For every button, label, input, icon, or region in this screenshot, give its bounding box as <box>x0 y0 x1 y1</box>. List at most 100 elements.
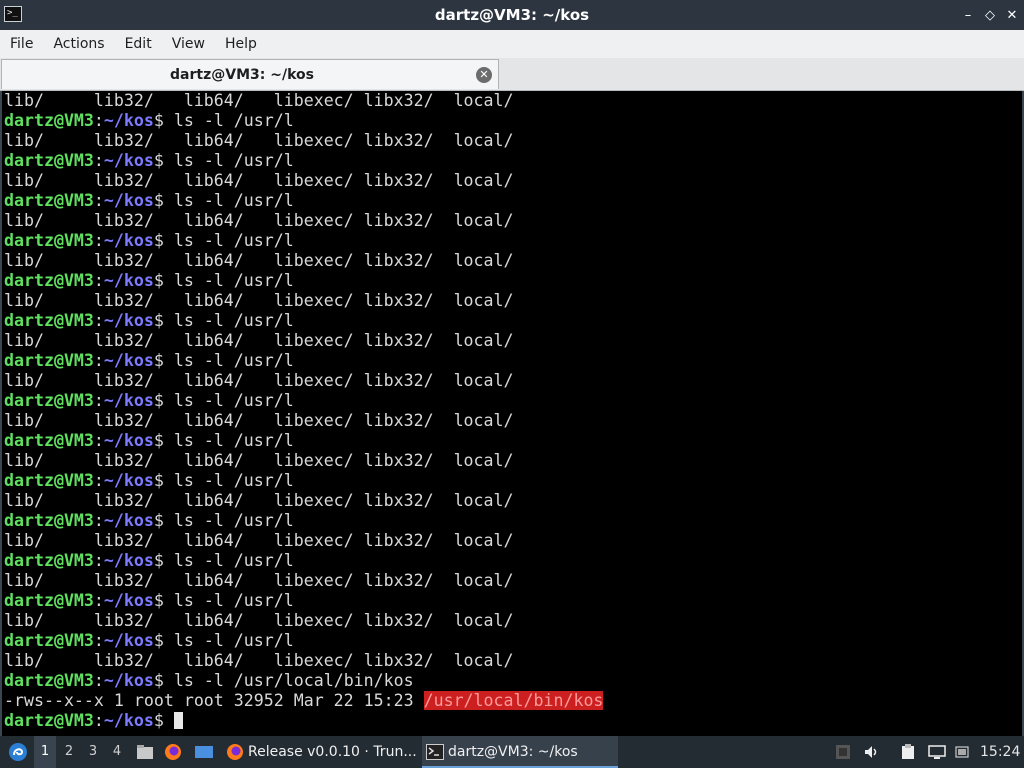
terminal-prompt-line: dartz@VM3:~/kos$ ls -l /usr/l <box>4 551 603 571</box>
task-label: dartz@VM3: ~/kos <box>448 744 578 760</box>
window-controls: – ◇ ✕ <box>962 0 1018 30</box>
terminal-output-line: lib/ lib32/ lib64/ libexec/ libx32/ loca… <box>4 611 603 631</box>
maximize-icon[interactable]: ◇ <box>984 8 996 23</box>
prompt-separator: : <box>93 391 104 410</box>
terminal-output-line: lib/ lib32/ lib64/ libexec/ libx32/ loca… <box>4 571 603 591</box>
menu-view[interactable]: View <box>162 36 215 52</box>
task-terminal[interactable]: dartz@VM3: ~/kos <box>422 736 618 768</box>
command-text: ls -l /usr/l <box>173 511 294 530</box>
prompt-path: ~/kos <box>103 231 154 250</box>
command-text: ls -l /usr/l <box>173 391 294 410</box>
menu-help[interactable]: Help <box>215 36 267 52</box>
prompt-path: ~/kos <box>103 271 154 290</box>
prompt-path: ~/kos <box>103 591 154 610</box>
command-text: ls -l /usr/l <box>173 111 294 130</box>
prompt-separator: : <box>93 711 104 730</box>
terminal-prompt-line: dartz@VM3:~/kos$ ls -l /usr/l <box>4 351 603 371</box>
workspace-3[interactable]: 3 <box>82 736 104 768</box>
prompt-path: ~/kos <box>103 711 154 730</box>
tray-status-icon <box>836 745 850 759</box>
volume-icon <box>865 746 877 758</box>
firefox-launcher[interactable] <box>162 736 184 768</box>
prompt-user: dartz@VM3 <box>4 631 94 650</box>
tab-label: dartz@VM3: ~/kos <box>170 67 314 83</box>
tray-indicator[interactable] <box>834 736 852 768</box>
window-title: dartz@VM3: ~/kos <box>434 6 590 24</box>
terminal-output-line: lib/ lib32/ lib64/ libexec/ libx32/ loca… <box>4 531 603 551</box>
firefox-icon <box>165 744 181 760</box>
prompt-path: ~/kos <box>103 631 154 650</box>
setuid-file-highlight: /usr/local/bin/kos <box>423 691 604 710</box>
tab-terminal[interactable]: dartz@VM3: ~/kos ✕ <box>1 59 499 89</box>
output-text: lib/ lib32/ lib64/ libexec/ libx32/ loca… <box>4 651 514 670</box>
terminal-prompt-line: dartz@VM3:~/kos$ ls -l /usr/l <box>4 511 603 531</box>
volume-button[interactable] <box>862 736 882 768</box>
prompt-symbol: $ <box>153 191 174 210</box>
menu-file[interactable]: File <box>0 36 43 52</box>
workspace-4[interactable]: 4 <box>106 736 128 768</box>
clipboard-icon <box>902 744 914 759</box>
prompt-user: dartz@VM3 <box>4 111 94 130</box>
tab-close-icon[interactable]: ✕ <box>476 67 492 83</box>
command-text: ls -l /usr/local/bin/kos <box>173 671 414 690</box>
terminal-view[interactable]: lib/ lib32/ lib64/ libexec/ libx32/ loca… <box>0 91 1024 736</box>
terminal-prompt-line: dartz@VM3:~/kos$ ls -l /usr/l <box>4 151 603 171</box>
terminal-prompt-line: dartz@VM3:~/kos$ ls -l /usr/l <box>4 471 603 491</box>
app-menu-icon <box>9 743 27 761</box>
show-desktop-icon <box>195 746 213 758</box>
minimize-icon[interactable]: – <box>962 8 974 23</box>
prompt-separator: : <box>93 631 104 650</box>
command-text: ls -l /usr/l <box>173 191 294 210</box>
prompt-symbol: $ <box>153 671 174 690</box>
terminal-prompt-line: dartz@VM3:~/kos$ ls -l /usr/l <box>4 271 603 291</box>
task-firefox[interactable]: Release v0.0.10 · Trun... <box>222 736 446 768</box>
file-listing-text: -rws--x--x 1 root root 32952 Mar 22 15:2… <box>4 691 424 710</box>
prompt-path: ~/kos <box>103 111 154 130</box>
command-text: ls -l /usr/l <box>173 631 294 650</box>
prompt-separator: : <box>93 351 104 370</box>
terminal-prompt-line: dartz@VM3:~/kos$ ls -l /usr/l <box>4 391 603 411</box>
files-launcher[interactable] <box>134 736 156 768</box>
clipboard-button[interactable] <box>898 736 918 768</box>
prompt-separator: : <box>93 471 104 490</box>
output-text: lib/ lib32/ lib64/ libexec/ libx32/ loca… <box>4 171 514 190</box>
output-text: lib/ lib32/ lib64/ libexec/ libx32/ loca… <box>4 291 514 310</box>
desktop-launcher[interactable] <box>192 736 216 768</box>
battery-button[interactable] <box>954 736 972 768</box>
close-icon[interactable]: ✕ <box>1006 8 1018 23</box>
menu-actions[interactable]: Actions <box>43 36 114 52</box>
prompt-path: ~/kos <box>103 191 154 210</box>
start-menu-button[interactable] <box>4 736 28 768</box>
firefox-icon <box>227 744 243 760</box>
command-text: ls -l /usr/l <box>173 151 294 170</box>
prompt-user: dartz@VM3 <box>4 431 94 450</box>
prompt-path: ~/kos <box>103 471 154 490</box>
clock[interactable]: 15:24 <box>980 736 1020 768</box>
prompt-symbol: $ <box>153 631 174 650</box>
prompt-symbol: $ <box>153 231 174 250</box>
network-button[interactable] <box>926 736 948 768</box>
taskbar: 1 2 3 4 Release v0.0.10 · Trun... dartz@… <box>0 736 1024 768</box>
prompt-path: ~/kos <box>103 671 154 690</box>
prompt-separator: : <box>93 151 104 170</box>
prompt-path: ~/kos <box>103 391 154 410</box>
prompt-user: dartz@VM3 <box>4 551 94 570</box>
terminal-prompt-line: dartz@VM3:~/kos$ ls -l /usr/local/bin/ko… <box>4 671 603 691</box>
terminal-output-line: lib/ lib32/ lib64/ libexec/ libx32/ loca… <box>4 171 603 191</box>
workspace-2[interactable]: 2 <box>58 736 80 768</box>
output-text: lib/ lib32/ lib64/ libexec/ libx32/ loca… <box>4 531 514 550</box>
prompt-symbol: $ <box>153 111 174 130</box>
prompt-separator: : <box>93 431 104 450</box>
prompt-symbol: $ <box>153 471 174 490</box>
workspace-1[interactable]: 1 <box>34 736 56 768</box>
prompt-user: dartz@VM3 <box>4 271 94 290</box>
menu-edit[interactable]: Edit <box>115 36 162 52</box>
terminal-output-line: lib/ lib32/ lib64/ libexec/ libx32/ loca… <box>4 491 603 511</box>
prompt-separator: : <box>93 511 104 530</box>
prompt-user: dartz@VM3 <box>4 151 94 170</box>
output-text: lib/ lib32/ lib64/ libexec/ libx32/ loca… <box>4 331 514 350</box>
prompt-symbol: $ <box>153 351 174 370</box>
terminal-output-line: lib/ lib32/ lib64/ libexec/ libx32/ loca… <box>4 91 603 111</box>
prompt-user: dartz@VM3 <box>4 391 94 410</box>
output-text: lib/ lib32/ lib64/ libexec/ libx32/ loca… <box>4 91 514 110</box>
